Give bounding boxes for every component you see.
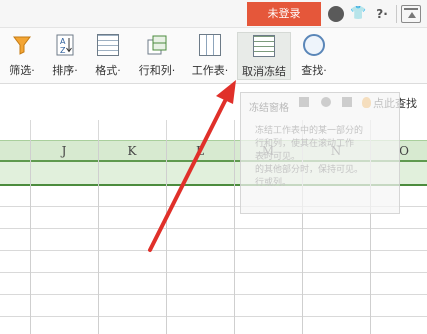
title-bar: 未登录 👕 ?· [0, 0, 427, 28]
column-header-l[interactable]: L [190, 144, 210, 158]
tooltip-line: 表时可见。 [255, 152, 301, 162]
divider [396, 5, 397, 23]
svg-text:A: A [60, 37, 66, 46]
help-menu-button[interactable]: ?· [371, 6, 393, 22]
shirt-icon[interactable]: 👕 [350, 6, 366, 22]
tooltip-line: 行和列，使其在滚动工作 [255, 139, 355, 149]
format-label: 格式· [95, 64, 121, 77]
tooltip-title: 冻结窗格 [249, 103, 289, 114]
rows-columns-button[interactable]: 行和列· [131, 32, 183, 80]
sort-az-icon: A Z [56, 34, 74, 56]
tooltip-line: 行或列。 [255, 178, 292, 188]
unfreeze-panes-label: 取消冻结 [242, 65, 286, 78]
rows-columns-icon [147, 35, 167, 55]
column-header-k[interactable]: K [122, 144, 142, 158]
rows-columns-label: 行和列· [138, 64, 176, 77]
skin-icon[interactable] [328, 6, 344, 22]
tooltip-line: 冻结工作表中的某一部分的 [255, 126, 364, 136]
collapse-ribbon-icon[interactable] [401, 5, 421, 23]
tooltip-line: 的其他部分时，保持可见。 [255, 165, 364, 175]
find-button[interactable]: 查找· [294, 32, 334, 80]
column-divider [234, 140, 235, 334]
ribbon-toolbar: 筛选· A Z 排序· 格式· 行和列· 工作表· 取消冻结 查找· [0, 28, 427, 84]
worksheet-icon [199, 34, 221, 56]
unfreeze-panes-button[interactable]: 取消冻结 [237, 32, 291, 80]
filter-icon [13, 36, 31, 55]
sort-label: 排序· [52, 64, 78, 77]
svg-text:Z: Z [60, 46, 66, 55]
find-magnifier-icon [303, 34, 325, 56]
format-button[interactable]: 格式· [88, 32, 128, 80]
tooltip-body: 冻结工作表中的某一部分的 行和列，使其在滚动工作 表时可见。 的其他部分时，保持… [255, 125, 391, 190]
column-divider [166, 140, 167, 334]
format-grid-icon [97, 34, 119, 56]
login-button[interactable]: 未登录 [247, 2, 321, 26]
unfreeze-panes-icon [253, 35, 275, 57]
column-header-j[interactable]: J [54, 144, 74, 158]
worksheet-button[interactable]: 工作表· [186, 32, 234, 80]
column-divider [98, 140, 99, 334]
filter-button[interactable]: 筛选· [2, 32, 42, 80]
worksheet-label: 工作表· [191, 64, 229, 77]
sort-button[interactable]: A Z 排序· [46, 32, 84, 80]
column-divider [30, 140, 31, 334]
filter-label: 筛选· [9, 64, 35, 77]
freeze-panes-tooltip: 冻结窗格 冻结工作表中的某一部分的 行和列，使其在滚动工作 表时可见。 的其他部… [240, 92, 400, 214]
find-label: 查找· [301, 64, 327, 77]
